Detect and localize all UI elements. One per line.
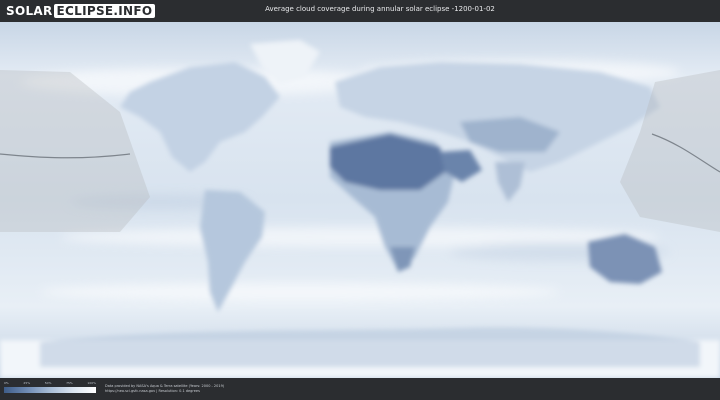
data-credit: Data provided by NASA's Aqua & Terra sat… [105, 384, 224, 394]
cloud-coverage-map [0, 22, 720, 378]
logo-text-eclipse-info: ECLIPSE.INFO [53, 4, 156, 18]
site-logo[interactable]: SOLAR ECLIPSE.INFO [6, 3, 156, 19]
map-title: Average cloud coverage during annular so… [265, 5, 495, 13]
header-bar: SOLAR ECLIPSE.INFO Average cloud coverag… [0, 0, 720, 22]
cloud-coverage-colorbar [4, 387, 96, 393]
logo-text-solar: SOLAR [6, 4, 53, 18]
credit-line[interactable]: https://neo.sci.gsfc.nasa.gov | Resoluti… [105, 389, 224, 394]
footer-bar: 0% 25% 50% 75% 100% Data provided by NAS… [0, 378, 720, 400]
